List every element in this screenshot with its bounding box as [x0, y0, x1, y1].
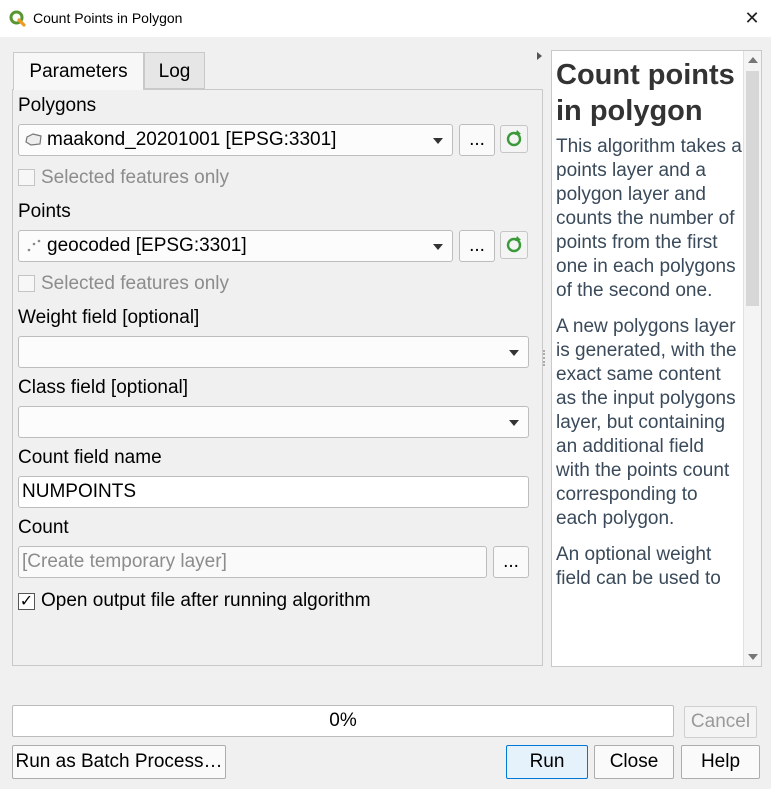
- polygons-combo[interactable]: maakond_20201001 [EPSG:3301]: [18, 124, 453, 156]
- count-output-browse-button[interactable]: ...: [493, 546, 529, 578]
- scroll-thumb[interactable]: [746, 71, 759, 306]
- help-scrollbar[interactable]: [743, 51, 761, 666]
- count-output-input[interactable]: [Create temporary layer]: [18, 546, 487, 578]
- points-combo[interactable]: geocoded [EPSG:3301]: [18, 230, 453, 262]
- help-panel: Count points in polygon This algorithm t…: [551, 50, 762, 667]
- points-label: Points: [18, 201, 71, 222]
- help-content: Count points in polygon This algorithm t…: [556, 57, 742, 603]
- scroll-up-icon[interactable]: [748, 57, 758, 63]
- polygon-layer-icon: [25, 133, 42, 146]
- polygons-label: Polygons: [18, 95, 97, 116]
- points-selected-only-label: Selected features only: [41, 273, 230, 294]
- help-title: Count points in polygon: [556, 59, 735, 127]
- chevron-down-icon: [433, 138, 443, 144]
- weight-field-label: Weight field [optional]: [18, 307, 200, 328]
- qgis-icon: [9, 10, 26, 27]
- chevron-down-icon: [509, 420, 519, 426]
- run-button[interactable]: Run: [506, 745, 588, 779]
- polygons-selected-only-checkbox[interactable]: [18, 169, 35, 186]
- run-as-batch-button[interactable]: Run as Batch Process…: [12, 745, 226, 779]
- close-icon[interactable]: ✕: [741, 8, 763, 28]
- progress-bar: 0%: [12, 705, 674, 737]
- help-button[interactable]: Help: [681, 745, 760, 779]
- window-title: Count Points in Polygon: [33, 10, 183, 26]
- tab-parameters[interactable]: Parameters: [13, 52, 144, 90]
- iterate-icon: [506, 236, 522, 253]
- chevron-down-icon: [509, 350, 519, 356]
- class-field-combo[interactable]: [18, 406, 529, 438]
- close-button[interactable]: Close: [594, 745, 674, 779]
- scroll-down-icon[interactable]: [748, 654, 758, 660]
- title-bar: Count Points in Polygon ✕: [0, 0, 771, 37]
- weight-field-combo[interactable]: [18, 336, 529, 368]
- polygons-browse-button[interactable]: ...: [459, 124, 495, 156]
- iterate-icon: [506, 130, 522, 147]
- point-layer-icon: [27, 239, 41, 252]
- help-paragraph: An optional weight field can be used to: [556, 544, 721, 589]
- collapse-arrow-icon[interactable]: [537, 52, 542, 60]
- points-selected-only-checkbox[interactable]: [18, 275, 35, 292]
- points-iterate-button[interactable]: [500, 231, 528, 259]
- polygons-selected-only-label: Selected features only: [41, 167, 230, 188]
- count-field-name-input[interactable]: NUMPOINTS: [18, 476, 529, 508]
- splitter-handle[interactable]: [543, 350, 545, 366]
- open-output-checkbox[interactable]: ✓: [18, 593, 35, 610]
- open-output-label: Open output file after running algorithm: [41, 590, 371, 611]
- cancel-button[interactable]: Cancel: [684, 706, 757, 738]
- points-browse-button[interactable]: ...: [459, 230, 495, 262]
- points-value: geocoded [EPSG:3301]: [47, 235, 247, 256]
- polygons-iterate-button[interactable]: [500, 125, 528, 153]
- polygons-value: maakond_20201001 [EPSG:3301]: [47, 129, 337, 150]
- progress-text: 0%: [329, 710, 357, 731]
- class-field-label: Class field [optional]: [18, 377, 189, 398]
- count-field-name-label: Count field name: [18, 447, 162, 468]
- tab-log[interactable]: Log: [144, 52, 205, 89]
- help-paragraph: This algorithm takes a points layer and …: [556, 136, 742, 301]
- count-output-label: Count: [18, 517, 69, 538]
- chevron-down-icon: [433, 244, 443, 250]
- help-paragraph: A new polygons layer is generated, with …: [556, 316, 737, 529]
